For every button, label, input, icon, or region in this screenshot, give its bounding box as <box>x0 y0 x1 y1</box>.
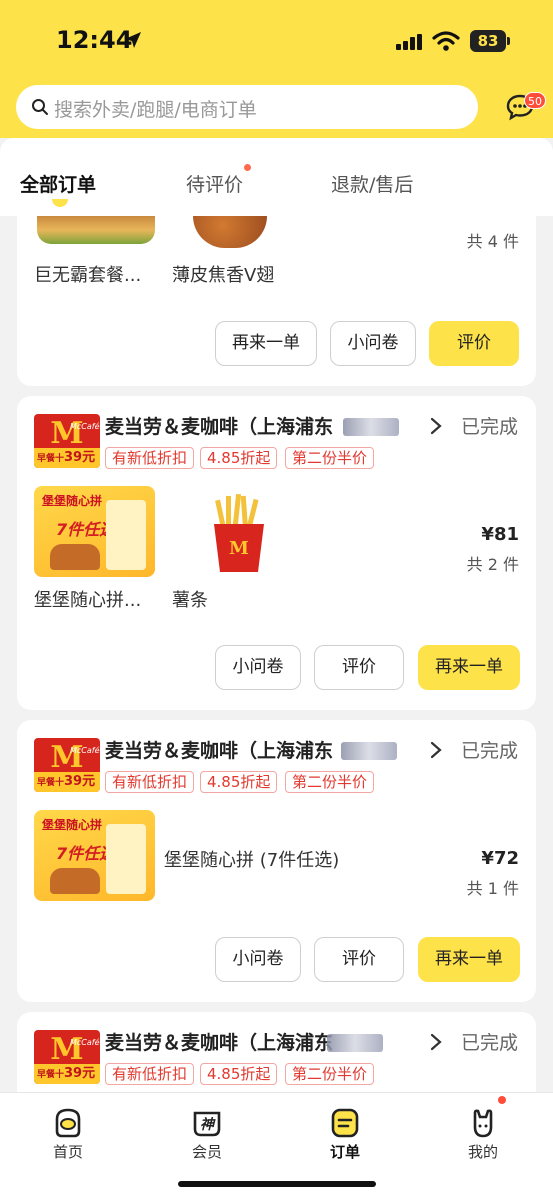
nav-label: 首页 <box>52 1143 83 1161</box>
chevron-right-icon[interactable] <box>429 740 443 760</box>
order-status: 已完成 <box>461 1032 519 1054</box>
tab-all-orders[interactable]: 全部订单 <box>20 170 96 197</box>
order-status: 已完成 <box>461 416 519 438</box>
reorder-button[interactable]: 再来一单 <box>215 321 317 366</box>
shop-name[interactable]: 麦当劳＆麦咖啡（上海浦东 <box>105 736 333 763</box>
burger-thumbnail <box>37 216 155 244</box>
profile-icon <box>473 1109 493 1138</box>
mccafe-label: McCafé <box>70 1038 100 1047</box>
mcdonalds-logo: M McCafé 早餐十39元 <box>34 1030 100 1084</box>
reorder-button[interactable]: 再来一单 <box>418 937 520 982</box>
header: 12:44 83 搜索外卖/跑腿/电商订单 50 <box>0 0 553 138</box>
reorder-button[interactable]: 再来一单 <box>418 645 520 690</box>
order-card[interactable]: M McCafé 早餐十39元 麦当劳＆麦咖啡（上海浦东 已完成 有新低折扣 4… <box>17 396 536 710</box>
promo-tag: 第二份半价 <box>285 447 375 469</box>
chevron-right-icon[interactable] <box>429 1032 443 1052</box>
item-count: 共 2 件 <box>466 555 519 574</box>
tab-refund[interactable]: 退款/售后 <box>331 170 413 197</box>
redacted-text <box>341 742 397 760</box>
nav-notification-dot <box>498 1096 506 1104</box>
promo-tag: 有新低折扣 <box>105 1063 195 1085</box>
review-button[interactable]: 评价 <box>314 645 404 690</box>
search-icon <box>32 99 48 115</box>
shop-name[interactable]: 麦当劳＆麦咖啡（上海浦东 <box>105 1028 333 1055</box>
item-name: 薯条 <box>172 590 208 611</box>
review-button[interactable]: 评价 <box>429 321 519 366</box>
item-name: 堡堡随心拼... <box>34 590 142 611</box>
location-arrow-icon <box>125 32 141 48</box>
nav-profile[interactable]: 我的 <box>443 1107 523 1162</box>
order-card[interactable]: 巨无霸套餐... 薄皮焦香V翅 共 4 件 再来一单 小问卷 评价 <box>17 216 536 386</box>
mcdonalds-logo: M McCafé 早餐十39元 <box>34 738 100 792</box>
order-price: ¥72 <box>481 848 519 869</box>
menu-card-shape <box>106 824 146 894</box>
home-icon <box>55 1108 81 1138</box>
status-bar: 12:44 83 <box>0 22 553 62</box>
nav-label: 订单 <box>329 1143 360 1161</box>
promo-tag: 第二份半价 <box>285 1063 375 1085</box>
order-card[interactable]: M McCafé 早餐十39元 麦当劳＆麦咖啡（上海浦东 已完成 有新低折扣 4… <box>17 720 536 1002</box>
order-card[interactable]: M McCafé 早餐十39元 麦当劳＆麦咖啡（上海浦东 已完成 有新低折扣 4… <box>17 1012 536 1094</box>
battery-indicator: 83 <box>470 30 506 52</box>
fries-thumbnail: M <box>214 494 264 572</box>
mcdonalds-logo: M McCafé 早餐十39元 <box>34 414 100 468</box>
item-count: 共 4 件 <box>466 232 519 251</box>
review-button[interactable]: 评价 <box>314 937 404 982</box>
home-indicator[interactable] <box>178 1181 376 1187</box>
redacted-text <box>327 1034 383 1052</box>
item-name: 堡堡随心拼 (7件任选) <box>164 850 340 871</box>
status-time: 12:44 <box>56 26 133 54</box>
search-input[interactable]: 搜索外卖/跑腿/电商订单 <box>54 95 257 122</box>
survey-button[interactable]: 小问卷 <box>330 321 416 366</box>
burger-shape <box>50 868 100 894</box>
survey-button[interactable]: 小问卷 <box>215 937 301 982</box>
svg-text:M: M <box>229 538 249 559</box>
shop-name[interactable]: 麦当劳＆麦咖啡（上海浦东 <box>105 412 333 439</box>
order-price: ¥81 <box>481 524 519 545</box>
tab-notification-dot <box>244 164 251 171</box>
svg-text:神: 神 <box>200 1116 216 1133</box>
item-name: 薄皮焦香V翅 <box>172 265 275 286</box>
redacted-text <box>343 418 399 436</box>
message-badge: 50 <box>524 92 546 109</box>
tab-active-indicator <box>52 199 68 207</box>
burger-shape <box>50 544 100 570</box>
logo-promo-strip: 早餐十39元 <box>34 772 100 792</box>
nav-member[interactable]: 神 会员 <box>167 1107 247 1162</box>
nav-orders[interactable]: 订单 <box>305 1107 385 1162</box>
logo-promo-strip: 早餐十39元 <box>34 1064 100 1084</box>
nav-home[interactable]: 首页 <box>28 1107 108 1162</box>
cellular-signal-icon <box>396 34 422 50</box>
order-list[interactable]: 巨无霸套餐... 薄皮焦香V翅 共 4 件 再来一单 小问卷 评价 M McCa… <box>0 216 553 1094</box>
order-status: 已完成 <box>461 740 519 762</box>
mccafe-label: McCafé <box>70 746 100 755</box>
thumbnail-title: 堡堡随心拼 <box>42 494 103 508</box>
mccafe-label: McCafé <box>70 422 100 431</box>
promo-tag: 有新低折扣 <box>105 447 195 469</box>
logo-promo-strip: 早餐十39元 <box>34 448 100 468</box>
thumbnail-title: 堡堡随心拼 <box>42 818 103 832</box>
order-tabs: 全部订单 待评价 退款/售后 <box>0 138 553 216</box>
burger-combo-thumbnail: 堡堡随心拼 7件任选 <box>34 810 155 901</box>
promo-tag: 第二份半价 <box>285 771 375 793</box>
search-bar[interactable]: 搜索外卖/跑腿/电商订单 <box>16 85 478 129</box>
promo-tag: 有新低折扣 <box>105 771 195 793</box>
menu-card-shape <box>106 500 146 570</box>
battery-tip <box>507 37 510 45</box>
promo-tag: 4.85折起 <box>200 1063 278 1085</box>
item-count: 共 1 件 <box>466 879 519 898</box>
burger-combo-thumbnail: 堡堡随心拼 7件任选 <box>34 486 155 577</box>
tab-to-review[interactable]: 待评价 <box>186 170 243 197</box>
wifi-icon <box>432 31 460 51</box>
orders-icon <box>331 1108 359 1138</box>
promo-tag: 4.85折起 <box>200 447 278 469</box>
nav-label: 我的 <box>467 1143 498 1161</box>
survey-button[interactable]: 小问卷 <box>215 645 301 690</box>
nav-label: 会员 <box>191 1143 222 1161</box>
chevron-right-icon[interactable] <box>429 416 443 436</box>
promo-tag: 4.85折起 <box>200 771 278 793</box>
member-icon: 神 <box>193 1111 221 1137</box>
item-name: 巨无霸套餐... <box>34 265 142 286</box>
wings-thumbnail <box>193 216 267 248</box>
